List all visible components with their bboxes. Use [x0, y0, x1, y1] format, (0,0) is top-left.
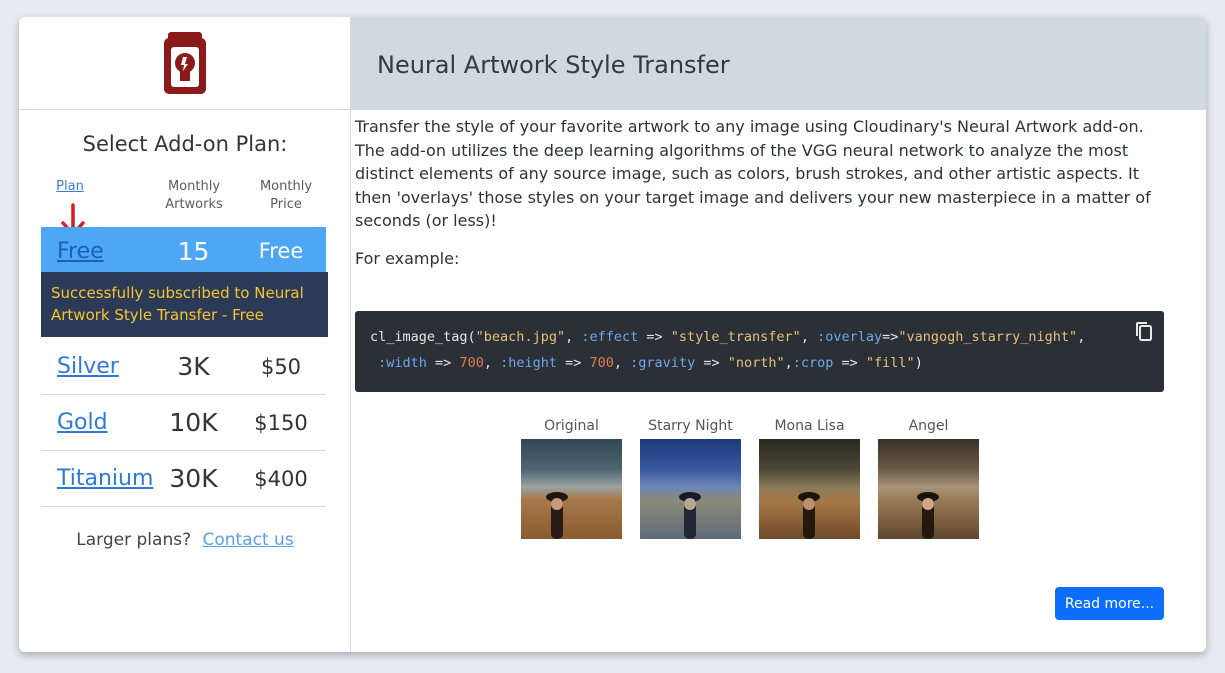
- page-header: Neural Artwork Style Transfer: [351, 17, 1206, 110]
- gallery-label: Original: [544, 418, 599, 434]
- gallery-image: [759, 439, 860, 539]
- gallery-item-original: Original: [521, 417, 622, 539]
- gallery-item-starry-night: Starry Night: [640, 417, 741, 539]
- style-gallery: Original Starry Night Mona Lisa Angel: [521, 417, 979, 539]
- gallery-label: Mona Lisa: [774, 418, 845, 434]
- contact-us-link[interactable]: Contact us: [203, 530, 294, 550]
- page-title: Neural Artwork Style Transfer: [377, 51, 730, 79]
- code-string: "style_transfer": [670, 329, 801, 345]
- gallery-image: [521, 439, 622, 539]
- code-symbol: :overlay: [817, 329, 883, 345]
- subscription-toast: Successfully subscribed to Neural Artwor…: [41, 272, 328, 337]
- gallery-item-mona-lisa: Mona Lisa: [759, 417, 860, 539]
- plan-price: $50: [260, 354, 302, 379]
- code-string: "vangogh_starry_night": [898, 329, 1078, 345]
- description-text: Transfer the style of your favorite artw…: [355, 117, 1151, 230]
- plan-price: $400: [254, 466, 308, 491]
- gallery-image: [878, 439, 979, 539]
- plan-row-silver[interactable]: Silver 3K $50: [41, 339, 326, 395]
- plan-price: Free: [258, 239, 304, 263]
- plan-artworks: 10K: [169, 408, 218, 437]
- artworks-column-header: Monthly Artworks: [165, 179, 223, 212]
- larger-plans-text: Larger plans? Contact us: [19, 530, 351, 550]
- larger-plans-label: Larger plans?: [76, 530, 192, 550]
- code-number: 700: [459, 355, 484, 371]
- plan-row-titanium[interactable]: Titanium 30K $400: [41, 451, 326, 507]
- plan-artworks: 3K: [177, 352, 210, 381]
- logo-area: [19, 17, 350, 110]
- main-content: Transfer the style of your favorite artw…: [355, 115, 1167, 268]
- plan-name-link[interactable]: Gold: [41, 410, 151, 435]
- plan-artworks: 30K: [169, 464, 218, 493]
- copy-icon[interactable]: [1134, 321, 1154, 343]
- plan-row-gold[interactable]: Gold 10K $150: [41, 395, 326, 451]
- addon-logo-icon: [163, 32, 206, 94]
- code-string: "beach.jpg": [475, 329, 566, 345]
- plan-sidebar: Select Add-on Plan: Plan Monthly Artwork…: [19, 17, 351, 652]
- select-plan-title: Select Add-on Plan:: [82, 132, 288, 156]
- price-column-header: Monthly Price: [259, 179, 313, 212]
- example-label: For example:: [355, 248, 460, 268]
- plan-artworks: 15: [177, 236, 210, 266]
- code-snippet: cl_image_tag("beach.jpg", :effect => "st…: [355, 311, 1164, 392]
- code-symbol: :gravity: [630, 355, 696, 371]
- gallery-item-angel: Angel: [878, 417, 979, 539]
- gallery-image: [640, 439, 741, 539]
- code-symbol: :effect: [581, 329, 639, 345]
- plan-name-link[interactable]: Silver: [41, 354, 151, 379]
- gallery-label: Angel: [908, 418, 949, 434]
- plan-column-header[interactable]: Plan: [56, 178, 84, 196]
- plan-name-link[interactable]: Free: [41, 239, 151, 264]
- gallery-label: Starry Night: [648, 418, 733, 434]
- code-symbol: :height: [500, 355, 557, 371]
- read-more-button[interactable]: Read more...: [1055, 587, 1164, 620]
- code-number: 700: [589, 355, 614, 371]
- code-string: "north": [727, 355, 785, 371]
- plan-row-free[interactable]: Free 15 Free: [41, 227, 326, 275]
- code-function: cl_image_tag(: [370, 329, 476, 345]
- code-symbol: :width: [378, 355, 427, 371]
- code-symbol: :crop: [792, 355, 834, 371]
- plan-price: $150: [254, 410, 308, 435]
- plan-name-link[interactable]: Titanium: [41, 466, 153, 491]
- code-string: "fill": [865, 355, 915, 371]
